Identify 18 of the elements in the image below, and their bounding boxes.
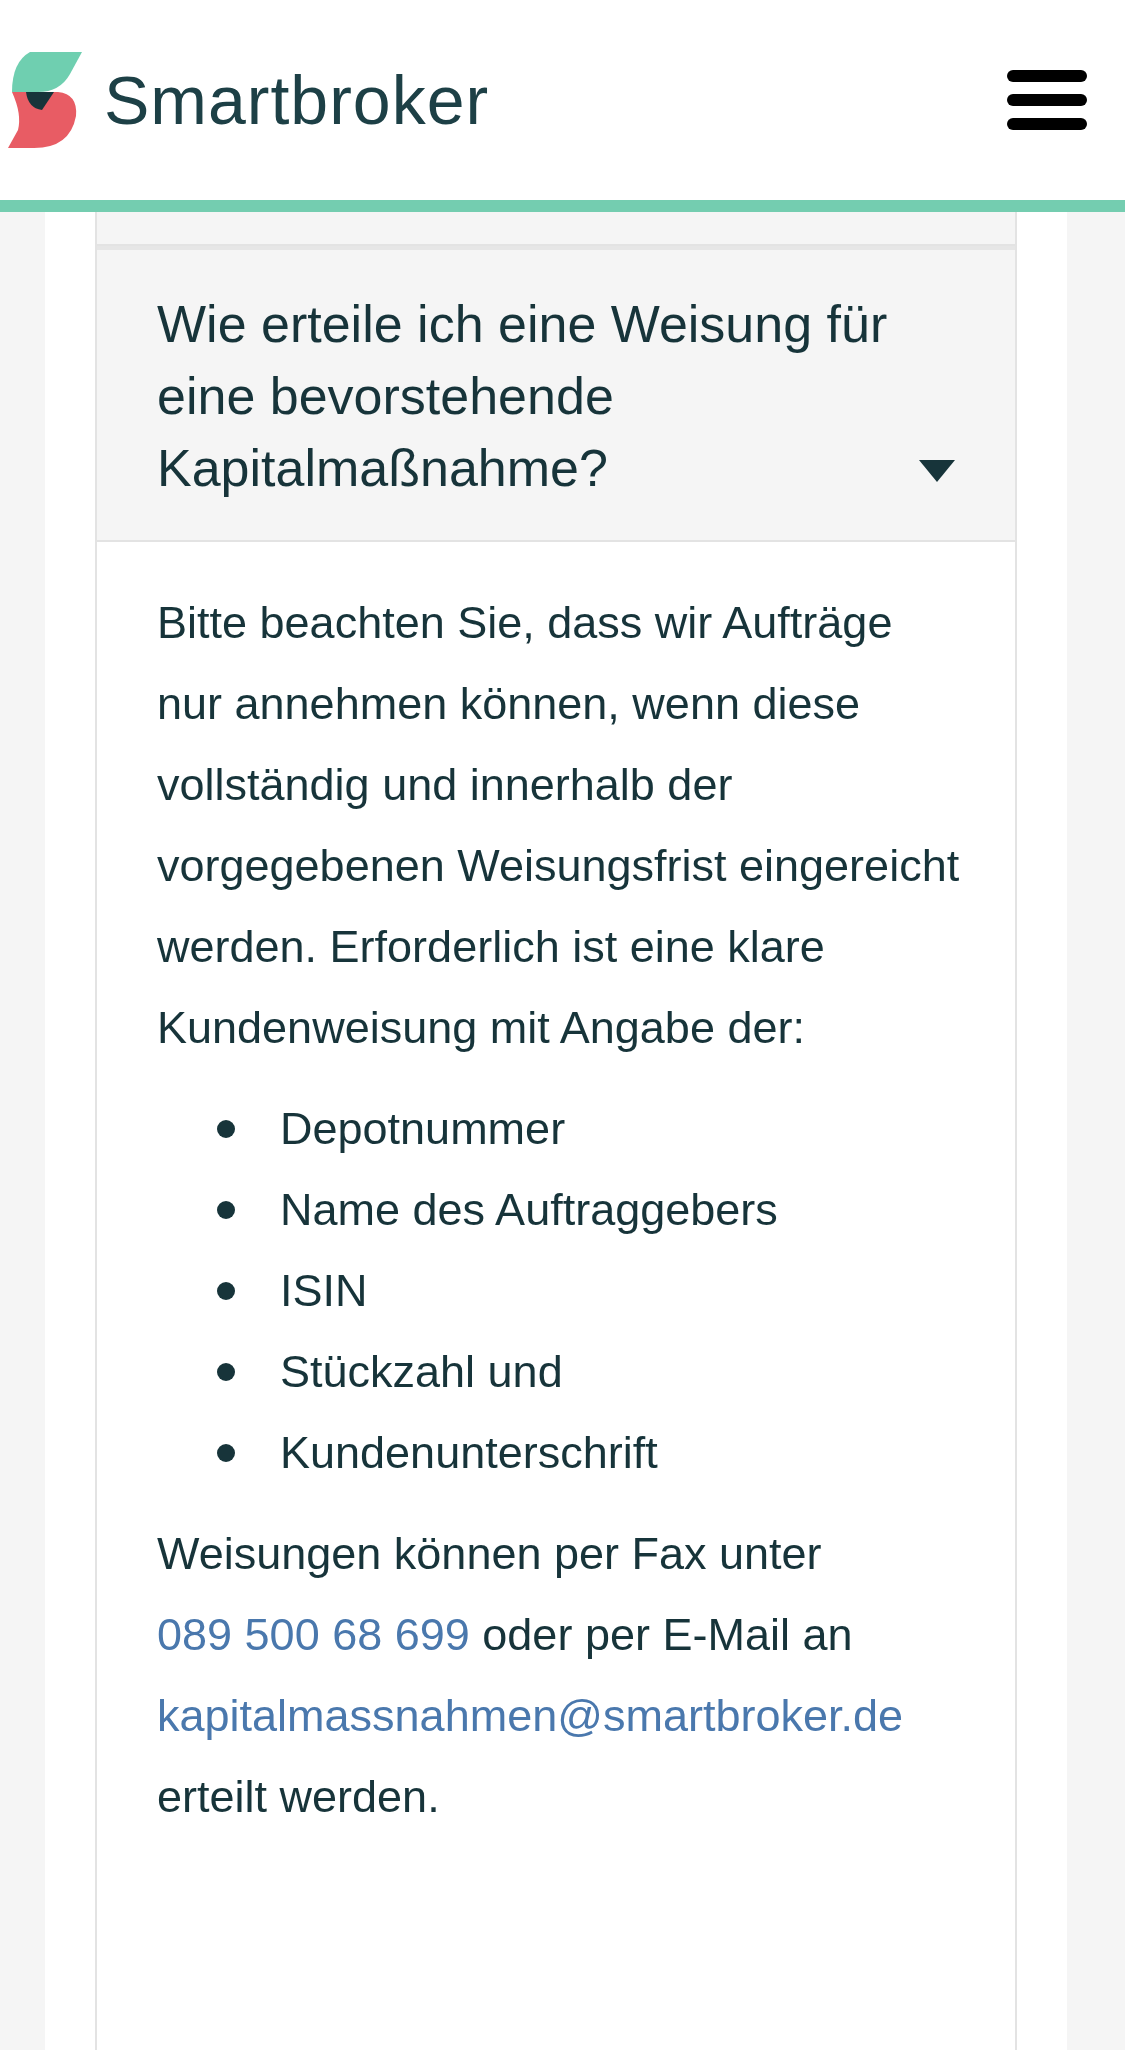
answer-paragraph: Bitte beachten Sie, dass wir Aufträge nur annehmen können, wenn diese vollständig und innerhalb der vorgegebenen Weisungsfrist eingereicht werden. Erforderlich ist eine klare Kundenweisung mit Angabe der: — [157, 596, 961, 1055]
faq-question[interactable]: Wie erteile ich eine Weisung für eine bevorstehende Kapitalmaßnahme? — [97, 246, 1015, 542]
bullet-icon — [217, 1443, 235, 1462]
bullet-icon — [217, 1119, 235, 1138]
list-item: Stückzahl und — [280, 1345, 563, 1399]
list-item: Depotnummer — [280, 1102, 566, 1156]
menu-icon[interactable] — [1007, 70, 1087, 130]
answer-paragraph: Weisungen können per Fax unter 089 500 68 699 oder per E-Mail an kapitalmassnahmen@smartbroker.de erteilt werden. — [157, 1527, 904, 1824]
bullet-icon — [217, 1362, 235, 1381]
bullet-icon — [217, 1200, 235, 1219]
contact-link[interactable]: 089 500 68 699 — [157, 1609, 470, 1660]
bullet-icon — [217, 1281, 235, 1300]
contact-link[interactable]: kapitalmassnahmen@smartbroker.de — [157, 1690, 903, 1741]
list-item: ISIN — [280, 1264, 368, 1318]
logo-text: Smartbroker — [104, 61, 490, 139]
logo-icon — [8, 52, 84, 148]
list-item: Kundenunterschrift — [280, 1426, 658, 1480]
list-item: Name des Auftraggebers — [280, 1183, 778, 1237]
